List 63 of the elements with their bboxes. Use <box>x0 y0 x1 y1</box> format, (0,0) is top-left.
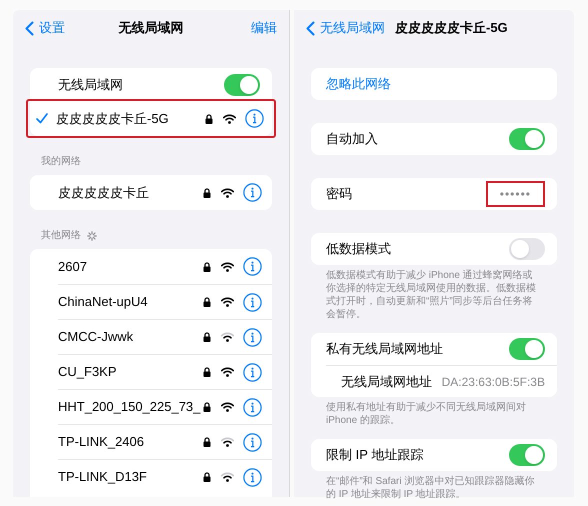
toggle-switch[interactable] <box>509 444 545 466</box>
window-title: 皮皮皮皮皮卡丘-5G <box>395 19 508 38</box>
info-icon[interactable] <box>243 292 262 312</box>
network-row[interactable]: HHT_200_150_225_73_ <box>58 389 272 424</box>
forget-network-button[interactable]: 忽略此网络 <box>311 68 557 100</box>
setting-label: 低数据模式 <box>326 240 392 258</box>
network-name: TP-LINK_D13F <box>58 468 148 486</box>
lock-icon <box>203 367 211 377</box>
info-icon[interactable] <box>243 362 262 382</box>
footnote-text: 低数据模式有助于减少 iPhone 通过蜂窝网络或你选择的特定无线局域网使用的数据。低数据模式打开时，自动更新和“照片”同步等后台任务将会暂停。 <box>326 269 537 321</box>
network-row[interactable]: 皮皮皮皮皮卡丘-5G <box>28 101 274 136</box>
info-icon[interactable] <box>243 432 262 452</box>
setting-label: 密码 <box>326 185 353 204</box>
network-row[interactable]: TP-LINK_D13F <box>58 459 272 494</box>
info-icon[interactable] <box>243 257 262 276</box>
setting-label: 无线局域网地址 <box>341 372 433 391</box>
network-name: 皮皮皮皮皮卡丘 <box>58 184 150 202</box>
setting-label: 限制 IP 地址跟踪 <box>326 446 424 464</box>
network-name: 2607 <box>58 258 88 276</box>
lock-icon <box>203 297 211 307</box>
section-header: 其他网络 <box>41 228 81 243</box>
lock-icon <box>203 262 211 272</box>
network-name: ChinaNet-upU4 <box>58 293 149 312</box>
network-row[interactable]: CMCC-Jwwk <box>58 319 272 354</box>
toggle-switch[interactable] <box>509 128 545 150</box>
window-title: 无线局域网 <box>118 19 184 38</box>
lock-icon <box>205 114 213 124</box>
footnote-text: 使用私有地址有助于减少不同无线局域网间对 iPhone 的跟踪。 <box>326 401 527 427</box>
network-row[interactable]: ChinaNet-upU4 <box>58 284 272 319</box>
info-icon[interactable] <box>243 183 262 202</box>
network-row[interactable]: TP-LINK_2406 <box>58 424 272 459</box>
lock-icon <box>203 472 211 482</box>
info-icon[interactable] <box>245 109 264 128</box>
toggle-switch[interactable] <box>509 338 545 360</box>
network-name: CU_F3KP <box>58 363 118 382</box>
toggle-switch[interactable] <box>509 238 545 260</box>
back-chevron-icon <box>306 20 315 36</box>
lock-icon <box>203 402 211 412</box>
footnote-text: 在“邮件”和 Safari 浏览器中对已知跟踪器隐藏你的 IP 地址来限制 IP 地址跟踪。 <box>326 475 536 501</box>
network-name: HHT_200_150_225_73_ <box>58 398 202 416</box>
loading-spinner-icon <box>87 230 97 240</box>
lock-icon <box>203 188 211 198</box>
section-header: 我的网络 <box>41 154 81 169</box>
network-name: CMCC-Jwwk <box>58 328 134 346</box>
info-icon[interactable] <box>243 328 262 346</box>
network-row[interactable]: 皮皮皮皮皮卡丘 <box>30 175 272 210</box>
network-name: 皮皮皮皮皮卡丘-5G <box>56 110 170 128</box>
network-row[interactable]: CU_F3KP <box>58 354 272 389</box>
back-button[interactable]: 设置 <box>25 18 65 38</box>
back-chevron-icon <box>25 20 34 36</box>
address-value: DA:23:63:0B:5F:3B <box>442 374 545 390</box>
setting-label: 无线局域网 <box>58 76 124 94</box>
edit-button[interactable]: 编辑 <box>251 18 277 38</box>
back-button[interactable]: 无线局域网 <box>306 18 385 38</box>
network-name: TP-LINK_2406 <box>58 433 145 452</box>
setting-label: 自动加入 <box>326 130 379 148</box>
lock-icon <box>203 332 211 342</box>
lock-icon <box>203 437 211 447</box>
setting-label: 私有无线局域网地址 <box>326 340 444 358</box>
network-row[interactable]: 2607 <box>30 249 272 284</box>
info-icon[interactable] <box>243 468 262 486</box>
toggle-switch[interactable] <box>224 74 260 96</box>
info-icon[interactable] <box>243 398 262 416</box>
